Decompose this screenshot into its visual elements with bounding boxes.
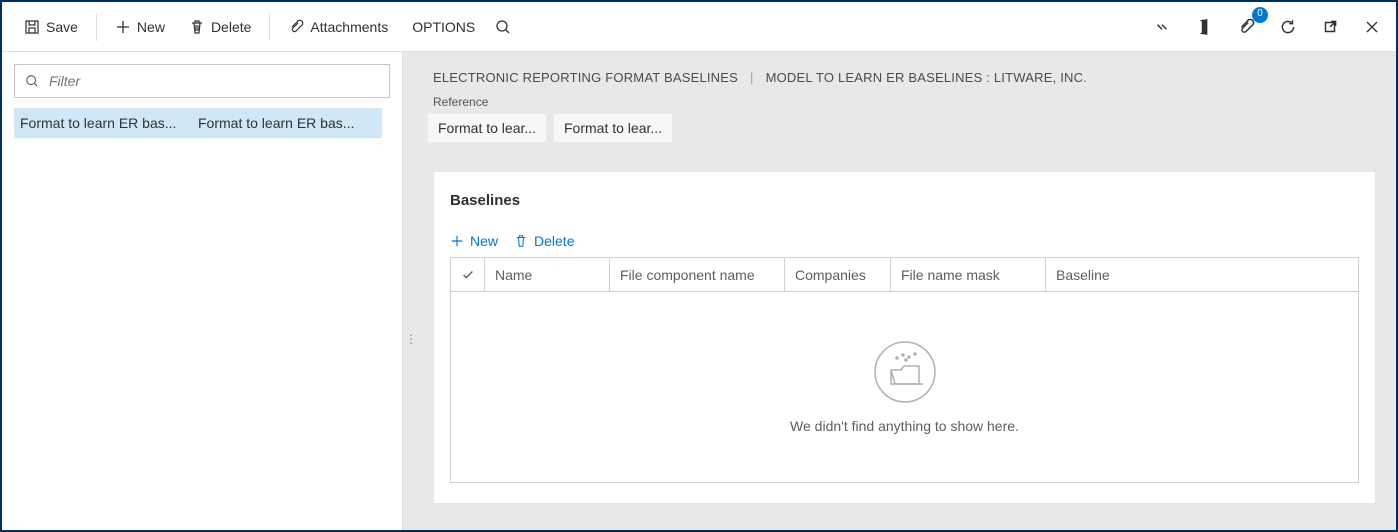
search-button[interactable]: [487, 9, 519, 45]
close-icon[interactable]: [1358, 13, 1386, 41]
paperclip-icon: [288, 19, 304, 35]
plus-icon: [450, 234, 464, 248]
attachments-count-button[interactable]: 0: [1232, 13, 1260, 41]
delete-button[interactable]: Delete: [177, 9, 263, 45]
reference-values: Format to lear... Format to lear...: [419, 113, 1380, 143]
command-bar-right: 0: [1148, 13, 1386, 41]
grid-header-file-component[interactable]: File component name: [610, 258, 785, 291]
separator: [96, 13, 97, 41]
baselines-grid: Name File component name Companies File …: [450, 257, 1359, 483]
command-bar: Save New Delete: [2, 2, 1396, 52]
list-item-col0: Format to learn ER bas...: [20, 115, 198, 131]
grid-empty-text: We didn't find anything to show here.: [790, 418, 1019, 434]
reference-chip[interactable]: Format to lear...: [427, 113, 547, 143]
grid-header: Name File component name Companies File …: [451, 258, 1358, 292]
new-label: New: [137, 19, 165, 35]
filter-box[interactable]: [14, 64, 390, 98]
popout-icon[interactable]: [1316, 13, 1344, 41]
empty-folder-icon: [873, 340, 937, 404]
list-item[interactable]: Format to learn ER bas... Format to lear…: [14, 108, 382, 138]
save-button[interactable]: Save: [12, 9, 90, 45]
breadcrumb-b[interactable]: MODEL TO LEARN ER BASELINES : LITWARE, I…: [766, 70, 1087, 85]
separator: [269, 13, 270, 41]
card-delete-button[interactable]: Delete: [514, 233, 574, 249]
grid-empty-state: We didn't find anything to show here.: [451, 292, 1358, 482]
plus-icon: [115, 19, 131, 35]
grid-header-name[interactable]: Name: [485, 258, 610, 291]
refresh-icon[interactable]: [1274, 13, 1302, 41]
options-button[interactable]: OPTIONS: [400, 9, 487, 45]
breadcrumb-sep: |: [750, 70, 754, 85]
reference-chip[interactable]: Format to lear...: [553, 113, 673, 143]
card-new-button[interactable]: New: [450, 233, 498, 249]
grid-header-select[interactable]: [451, 258, 485, 291]
card-toolbar: New Delete: [434, 233, 1375, 257]
office-icon[interactable]: [1190, 13, 1218, 41]
card-delete-label: Delete: [534, 233, 574, 249]
trash-icon: [189, 19, 205, 35]
trash-icon: [514, 234, 528, 248]
command-bar-left: Save New Delete: [12, 9, 519, 45]
attachments-button[interactable]: Attachments: [276, 9, 400, 45]
reference-label: Reference: [419, 91, 1380, 113]
save-label: Save: [46, 19, 78, 35]
search-icon: [25, 74, 39, 88]
grid-header-baseline[interactable]: Baseline: [1046, 258, 1358, 291]
save-icon: [24, 19, 40, 35]
search-icon: [495, 19, 511, 35]
delete-label: Delete: [211, 19, 251, 35]
left-panel: Format to learn ER bas... Format to lear…: [2, 52, 402, 530]
filter-input[interactable]: [47, 72, 379, 90]
content: Format to learn ER bas... Format to lear…: [2, 52, 1396, 530]
new-button[interactable]: New: [103, 9, 177, 45]
breadcrumb-a[interactable]: ELECTRONIC REPORTING FORMAT BASELINES: [433, 70, 738, 85]
attachments-label: Attachments: [310, 19, 388, 35]
options-label: OPTIONS: [412, 19, 475, 35]
attachments-badge: 0: [1252, 7, 1268, 23]
grid-header-companies[interactable]: Companies: [785, 258, 891, 291]
link-icon[interactable]: [1148, 13, 1176, 41]
drag-handle-icon[interactable]: ⋮: [405, 332, 418, 346]
grid-header-file-mask[interactable]: File name mask: [891, 258, 1046, 291]
right-panel: ELECTRONIC REPORTING FORMAT BASELINES | …: [402, 52, 1396, 530]
card-title: Baselines: [434, 172, 1375, 233]
baselines-card: Baselines New: [433, 171, 1376, 504]
breadcrumb: ELECTRONIC REPORTING FORMAT BASELINES | …: [419, 52, 1380, 91]
card-new-label: New: [470, 233, 498, 249]
list-item-col1: Format to learn ER bas...: [198, 115, 376, 131]
